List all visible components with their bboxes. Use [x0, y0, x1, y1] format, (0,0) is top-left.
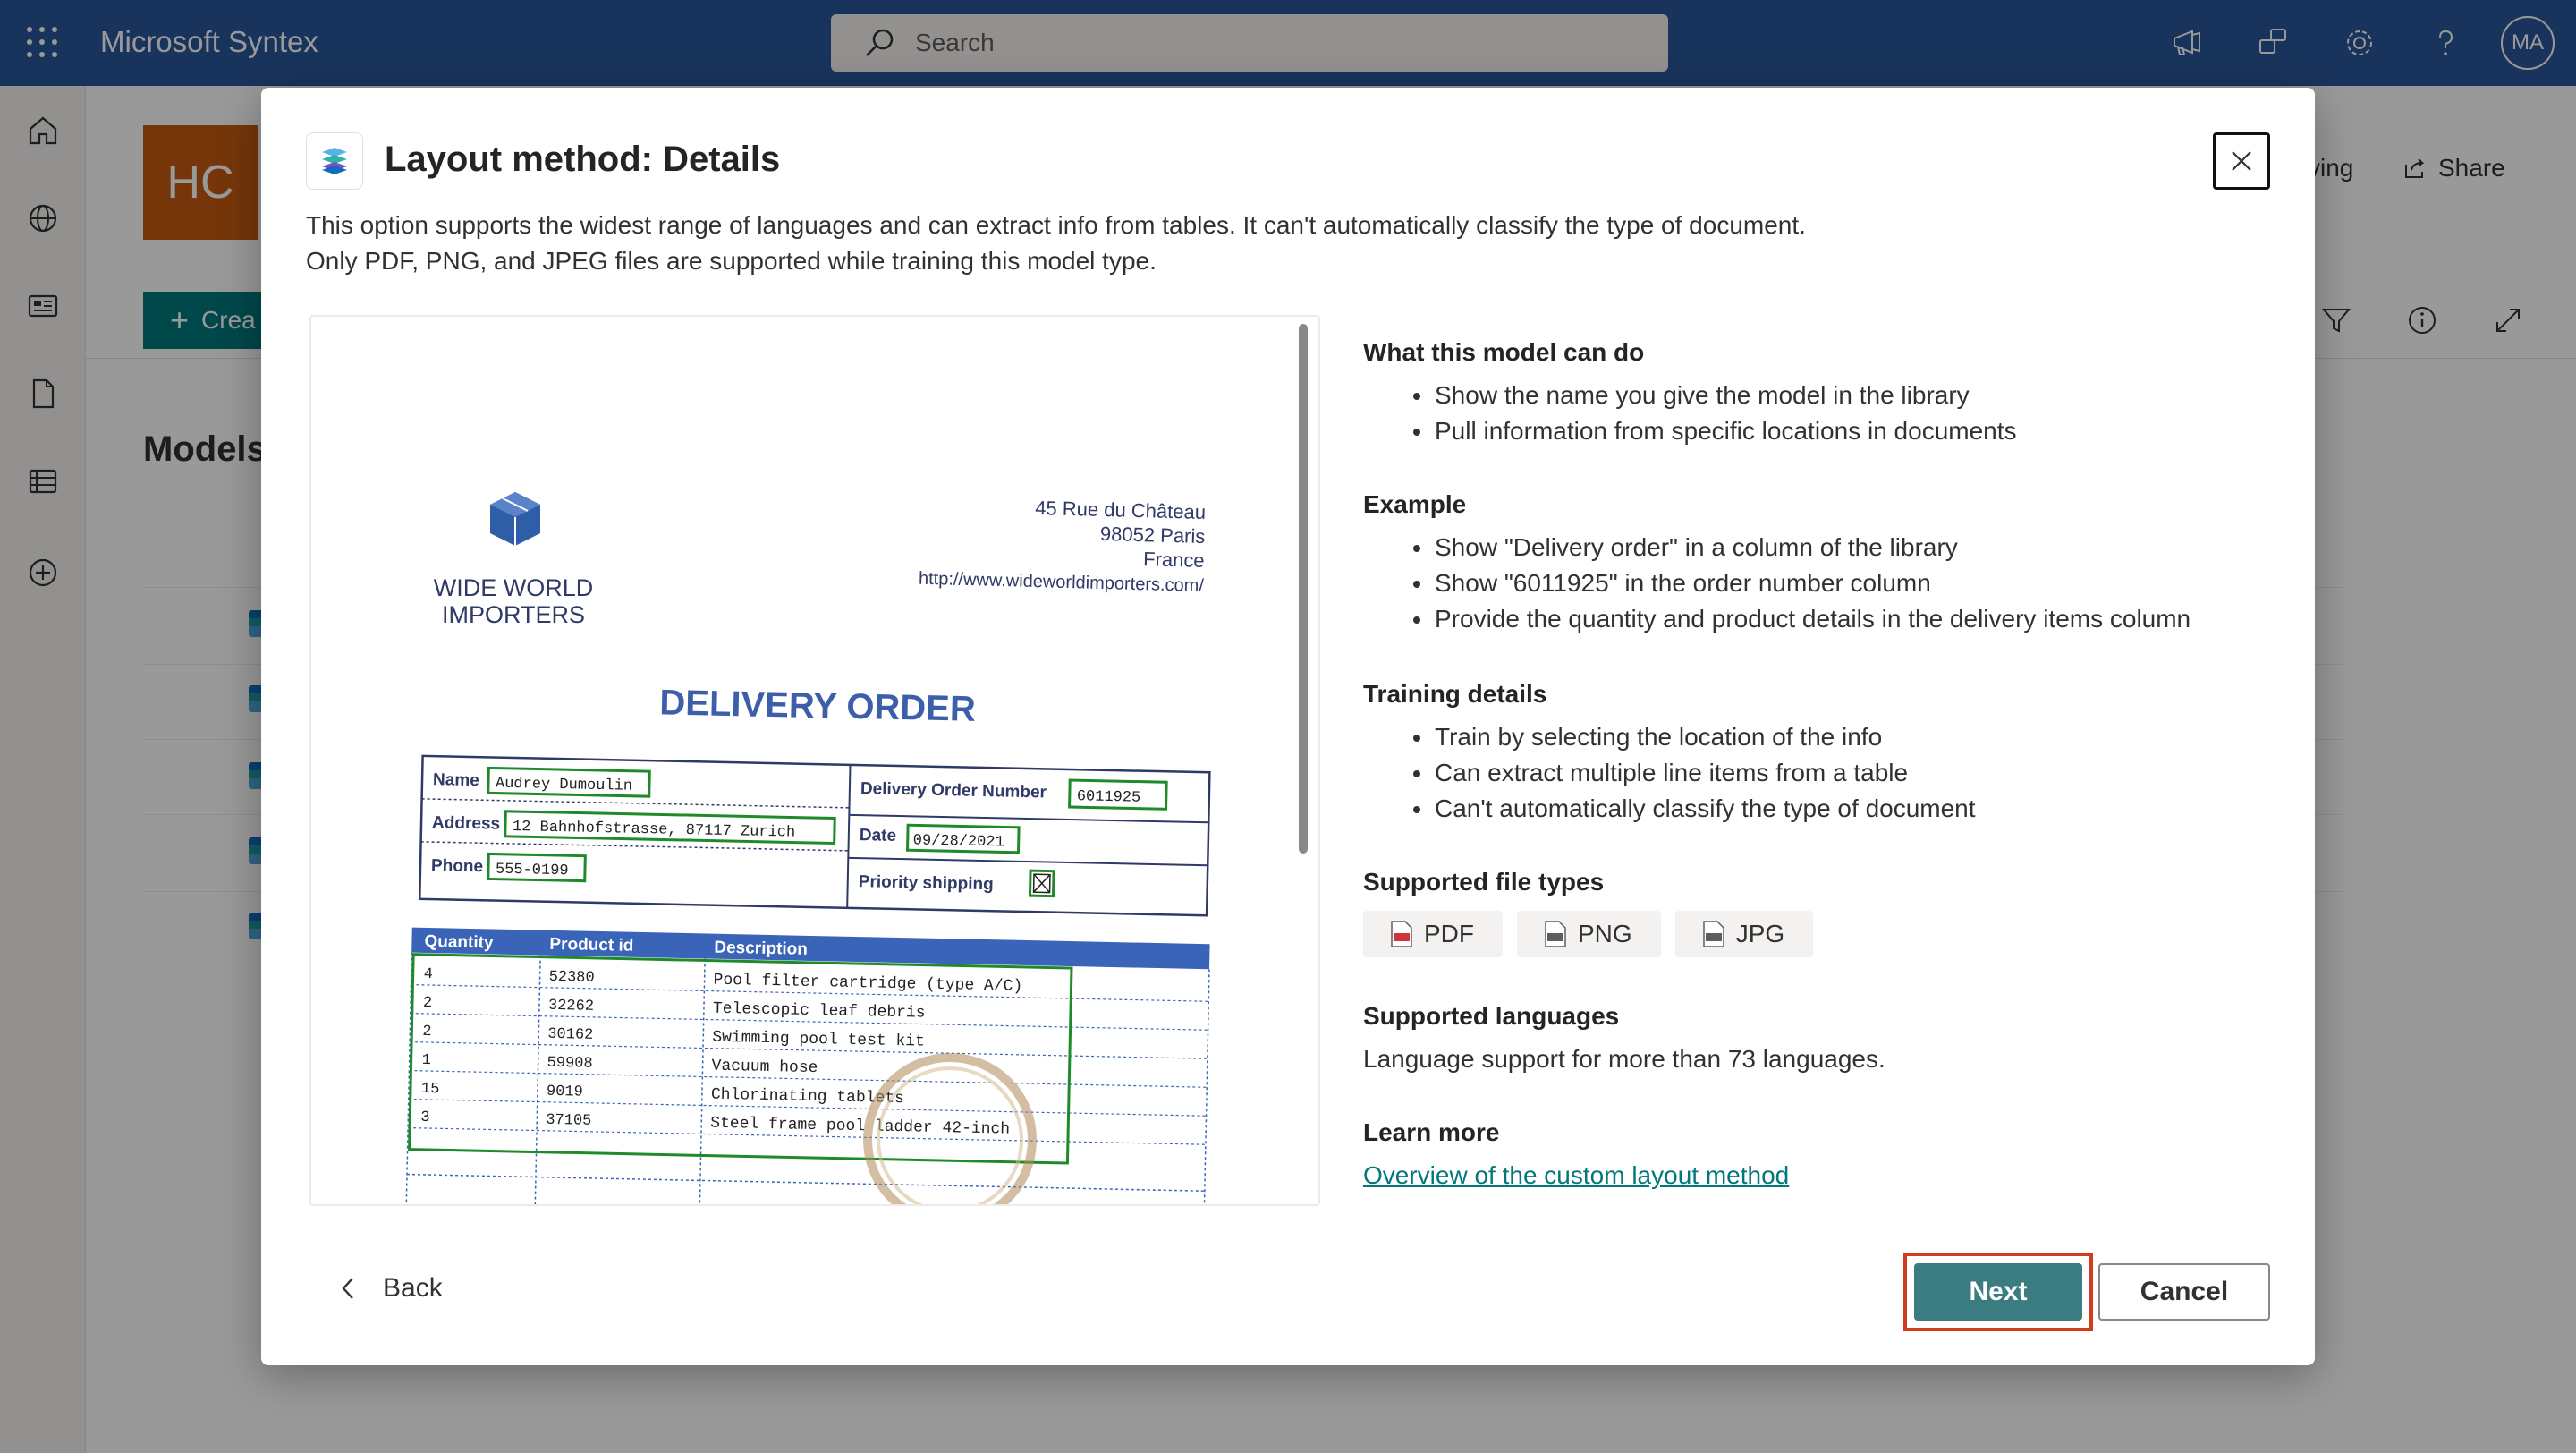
- address-line: http://www.wideworldimporters.com/: [919, 569, 1205, 596]
- close-icon: [2232, 151, 2251, 171]
- sample-document-preview[interactable]: WIDE WORLD IMPORTERS 45 Rue du Château 9…: [309, 315, 1320, 1206]
- file-type-label: PNG: [1578, 920, 1632, 947]
- list-item: Provide the quantity and product details…: [1363, 601, 2258, 637]
- list-item: Can't automatically classify the type of…: [1363, 791, 2258, 827]
- document-title: DELIVERY ORDER: [659, 683, 976, 728]
- line-item-cell: 59908: [547, 1055, 592, 1073]
- file-type-pdf: PDF: [1363, 911, 1503, 957]
- name-label: Name: [433, 770, 479, 790]
- file-type-png: PNG: [1517, 911, 1661, 957]
- table-header: Description: [714, 939, 808, 959]
- phone-value: 555-0199: [496, 862, 569, 880]
- file-type-jpg: JPG: [1674, 911, 1814, 957]
- date-label: Date: [860, 826, 897, 845]
- learn-more-heading: Learn more: [1363, 1118, 1500, 1146]
- company-line-2: IMPORTERS: [442, 601, 585, 628]
- chevron-left-icon: [342, 1278, 353, 1299]
- line-item-cell: 30162: [547, 1026, 593, 1044]
- file-type-label: JPG: [1735, 920, 1785, 947]
- address-line: 45 Rue du Château: [1035, 497, 1206, 523]
- list-item: Pull information from specific locations…: [1363, 413, 2258, 449]
- line-item-cell: 2: [422, 1024, 432, 1041]
- line-item-cell: 3: [420, 1109, 430, 1126]
- line-item-cell: 4: [423, 966, 433, 983]
- file-types-heading: Supported file types: [1363, 868, 1605, 896]
- png-file-icon: [1545, 921, 1566, 947]
- date-value: 09/28/2021: [913, 832, 1004, 851]
- line-item-cell: Steel frame pool ladder 42-inch: [710, 1115, 1010, 1139]
- dialog-title: Layout method: Details: [385, 140, 781, 179]
- file-types-section: Supported file types PDF PNG JPG: [1363, 864, 2258, 957]
- line-items-table: Quantity Product id Description 4 52380 Po…: [405, 927, 1210, 1204]
- order-value: 6011925: [1077, 788, 1141, 806]
- languages-heading: Supported languages: [1363, 1002, 1620, 1030]
- fields-table: Name Audrey Dumoulin Address 12 Bahnhofs…: [418, 754, 1211, 917]
- company-logo: [490, 492, 540, 546]
- priority-label: Priority shipping: [859, 872, 994, 894]
- jpg-file-icon: [1702, 921, 1724, 947]
- table-header: Quantity: [424, 932, 494, 953]
- list-item: Can extract multiple line items from a t…: [1363, 755, 2258, 791]
- order-label: Delivery Order Number: [860, 779, 1047, 802]
- languages-section: Supported languages Language support for…: [1363, 998, 2258, 1077]
- company-line-1: WIDE WORLD: [434, 574, 594, 601]
- phone-label: Phone: [431, 856, 483, 876]
- list-item: Train by selecting the location of the i…: [1363, 719, 2258, 755]
- example-section: Example Show "Delivery order" in a colum…: [1363, 487, 2258, 637]
- line-item-cell: 52380: [548, 969, 594, 987]
- learn-more-section: Learn more Overview of the custom layout…: [1363, 1115, 2258, 1194]
- cancel-button[interactable]: Cancel: [2098, 1263, 2270, 1321]
- can-do-heading: What this model can do: [1363, 338, 1645, 366]
- example-heading: Example: [1363, 490, 1467, 518]
- line-item-cell: 15: [421, 1081, 440, 1098]
- line-item-cell: Telescopic leaf debris: [713, 1000, 926, 1023]
- line-item-cell: 1: [421, 1052, 431, 1069]
- line-item-cell: Pool filter cartridge (type A/C): [713, 972, 1022, 996]
- address-label: Address: [432, 813, 500, 834]
- line-item-cell: 9019: [547, 1083, 583, 1101]
- line-item-cell: 32262: [548, 998, 594, 1015]
- file-type-label: PDF: [1424, 920, 1474, 947]
- list-item: Show "6011925" in the order number colum…: [1363, 565, 2258, 601]
- can-do-section: What this model can do Show the name you…: [1363, 335, 2258, 449]
- line-item-cell: Swimming pool test kit: [712, 1029, 925, 1051]
- line-item-cell: Vacuum hose: [711, 1058, 818, 1077]
- next-button[interactable]: Next: [1914, 1263, 2082, 1321]
- pdf-file-icon: [1391, 921, 1412, 947]
- learn-more-link[interactable]: Overview of the custom layout method: [1363, 1158, 1789, 1194]
- training-heading: Training details: [1363, 680, 1547, 708]
- address-line: France: [1143, 548, 1205, 572]
- back-button[interactable]: Back: [338, 1262, 443, 1315]
- layout-model-icon: [306, 132, 363, 190]
- list-item: Show the name you give the model in the …: [1363, 378, 2258, 413]
- name-value: Audrey Dumoulin: [496, 776, 632, 795]
- line-item-cell: 2: [423, 995, 433, 1012]
- back-label: Back: [383, 1273, 443, 1303]
- close-button[interactable]: [2213, 132, 2270, 190]
- training-section: Training details Train by selecting the …: [1363, 676, 2258, 827]
- layout-method-dialog: Layout method: Details This option suppo…: [261, 88, 2315, 1365]
- preview-scrollbar[interactable]: [1299, 324, 1308, 854]
- address-line: 98052 Paris: [1100, 523, 1206, 548]
- line-item-cell: 37105: [546, 1112, 591, 1130]
- delivery-order-image: WIDE WORLD IMPORTERS 45 Rue du Château 9…: [405, 492, 1211, 1204]
- table-header: Product id: [549, 935, 633, 956]
- languages-text: Language support for more than 73 langua…: [1363, 1045, 1885, 1073]
- dialog-description: This option supports the widest range of…: [306, 211, 1806, 275]
- list-item: Show "Delivery order" in a column of the…: [1363, 530, 2258, 565]
